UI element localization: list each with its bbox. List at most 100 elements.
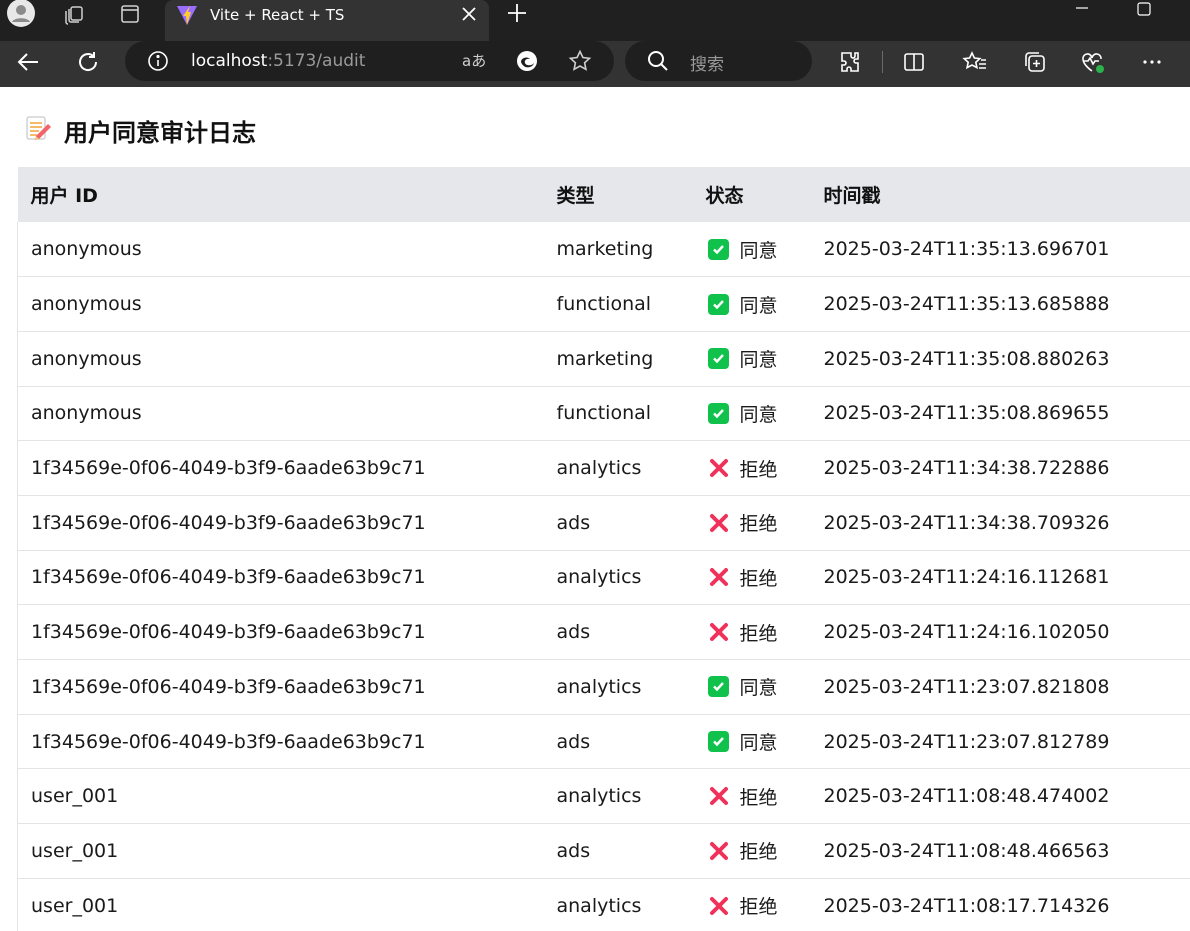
cell-status: 拒绝 <box>693 824 811 879</box>
cell-user-id: 1f34569e-0f06-4049-b3f9-6aade63b9c71 <box>17 550 544 605</box>
cell-status: 同意 <box>693 660 811 715</box>
browser-title-bar: Vite + React + TS <box>0 0 1190 41</box>
cell-timestamp: 2025-03-24T11:35:08.869655 <box>823 402 1110 425</box>
status-label: 同意 <box>739 677 778 700</box>
status-label: 拒绝 <box>739 896 778 919</box>
header-type: 类型 <box>556 185 595 207</box>
svg-text:aあ: aあ <box>462 52 486 70</box>
cell-user-id: user_001 <box>17 878 544 931</box>
more-icon[interactable] <box>1140 50 1164 74</box>
cell-user-id: anonymous <box>17 386 544 441</box>
cell-status: 拒绝 <box>693 550 811 605</box>
minimize-icon[interactable] <box>1070 0 1094 25</box>
cell-timestamp: 2025-03-24T11:24:16.102050 <box>823 621 1110 644</box>
cell-status: 同意 <box>693 714 811 769</box>
new-tab-icon[interactable] <box>506 2 528 29</box>
table-row: anonymous functional 同意 2025-03-24T11:35:08… <box>17 386 1190 441</box>
table-body: anonymous marketing 同意 2025-03-24T11:35:13.… <box>17 222 1190 931</box>
check-mark-icon <box>708 676 730 698</box>
address-bar[interactable]: localhost:5173/audit aあ <box>125 41 614 81</box>
site-info-icon[interactable] <box>147 50 169 72</box>
cross-mark-icon <box>708 566 730 588</box>
consent-audit-table: 用户 ID 类型 状态 时间戳 anonymous marketing 同意 2025… <box>17 167 1190 931</box>
status-label: 拒绝 <box>739 513 778 536</box>
read-aloud-icon[interactable]: aあ <box>461 50 487 72</box>
tab-title: Vite + React + TS <box>210 6 345 24</box>
cell-type: functional <box>556 293 652 316</box>
cell-status: 同意 <box>693 386 811 441</box>
url-text[interactable]: localhost:5173/audit <box>191 51 365 71</box>
back-icon[interactable] <box>12 49 44 75</box>
table-row: anonymous marketing 同意 2025-03-24T11:35:08.… <box>17 331 1190 387</box>
cell-timestamp: 2025-03-24T11:23:07.812789 <box>823 730 1110 753</box>
edge-copilot-icon[interactable] <box>515 49 539 73</box>
status-label: 拒绝 <box>739 458 778 481</box>
status-label: 同意 <box>739 294 778 317</box>
table-row: 1f34569e-0f06-4049-b3f9-6aade63b9c71 anal… <box>17 440 1190 496</box>
cross-mark-icon <box>708 512 730 534</box>
active-tab[interactable]: Vite + React + TS <box>165 0 489 41</box>
table-row: 1f34569e-0f06-4049-b3f9-6aade63b9c71 ads 拒… <box>17 495 1190 551</box>
status-label: 拒绝 <box>739 786 778 809</box>
cell-type: marketing <box>556 238 654 261</box>
collections-icon[interactable] <box>1022 50 1048 74</box>
cell-timestamp: 2025-03-24T11:35:08.880263 <box>823 347 1110 370</box>
cross-mark-icon <box>708 785 730 807</box>
browser-essentials-icon[interactable] <box>1080 50 1108 76</box>
cell-status: 拒绝 <box>693 441 811 496</box>
cell-timestamp: 2025-03-24T11:08:48.474002 <box>823 785 1110 808</box>
table-row: user_001 analytics 拒绝 2025-03-24T11:08:17.7… <box>17 878 1190 931</box>
cell-status: 拒绝 <box>693 495 811 550</box>
status-label: 同意 <box>739 732 778 755</box>
cell-type: analytics <box>556 894 642 917</box>
cell-user-id: user_001 <box>17 768 544 824</box>
extensions-icon[interactable] <box>838 50 862 74</box>
search-box[interactable]: 搜索 <box>625 41 812 81</box>
tab-actions-icon[interactable] <box>110 0 150 28</box>
cross-mark-icon <box>708 457 730 479</box>
search-icon <box>647 50 669 72</box>
table-row: user_001 analytics 拒绝 2025-03-24T11:08:48.4… <box>17 768 1190 824</box>
cell-timestamp: 2025-03-24T11:34:38.722886 <box>823 457 1110 480</box>
status-label: 拒绝 <box>739 567 778 590</box>
cell-user-id: anonymous <box>17 222 544 277</box>
cell-type: marketing <box>556 347 654 370</box>
table-row: 1f34569e-0f06-4049-b3f9-6aade63b9c71 ads 同… <box>17 714 1190 769</box>
cell-type: ads <box>556 839 591 862</box>
toolbar-divider <box>882 51 883 73</box>
table-row: 1f34569e-0f06-4049-b3f9-6aade63b9c71 anal… <box>17 550 1190 605</box>
favorite-star-icon[interactable] <box>568 49 592 73</box>
table-row: 1f34569e-0f06-4049-b3f9-6aade63b9c71 anal… <box>17 659 1190 715</box>
favorites-icon[interactable] <box>962 50 988 74</box>
cell-user-id: anonymous <box>17 276 544 332</box>
cell-user-id: 1f34569e-0f06-4049-b3f9-6aade63b9c71 <box>17 495 544 551</box>
cross-mark-icon <box>708 840 730 862</box>
check-mark-icon <box>708 731 730 753</box>
status-label: 同意 <box>739 403 778 426</box>
cell-timestamp: 2025-03-24T11:08:17.714326 <box>823 894 1110 917</box>
table-row: 1f34569e-0f06-4049-b3f9-6aade63b9c71 ads 拒… <box>17 604 1190 660</box>
cell-timestamp: 2025-03-24T11:35:13.696701 <box>823 238 1110 261</box>
workspaces-icon[interactable] <box>54 0 94 28</box>
cell-type: ads <box>556 511 591 534</box>
close-icon[interactable] <box>461 6 477 27</box>
profile-icon[interactable] <box>5 0 37 28</box>
page-content: 用户同意审计日志 用户 ID 类型 状态 时间戳 anonymous market… <box>0 87 1190 931</box>
page-title: 用户同意审计日志 <box>64 119 256 147</box>
status-label: 拒绝 <box>739 622 778 645</box>
memo-icon <box>24 114 52 147</box>
cell-timestamp: 2025-03-24T11:24:16.112681 <box>823 566 1110 589</box>
refresh-icon[interactable] <box>72 48 104 76</box>
cell-timestamp: 2025-03-24T11:34:38.709326 <box>823 511 1110 534</box>
cell-type: analytics <box>556 675 642 698</box>
cell-status: 拒绝 <box>693 769 811 824</box>
cell-type: functional <box>556 402 652 425</box>
cross-mark-icon <box>708 621 730 643</box>
split-screen-icon[interactable] <box>902 50 926 74</box>
header-status: 状态 <box>705 185 744 207</box>
cell-status: 同意 <box>693 222 811 277</box>
status-label: 同意 <box>739 239 778 262</box>
header-user-id: 用户 ID <box>30 185 98 207</box>
maximize-icon[interactable] <box>1132 0 1156 25</box>
table-row: anonymous functional 同意 2025-03-24T11:35:13… <box>17 276 1190 332</box>
